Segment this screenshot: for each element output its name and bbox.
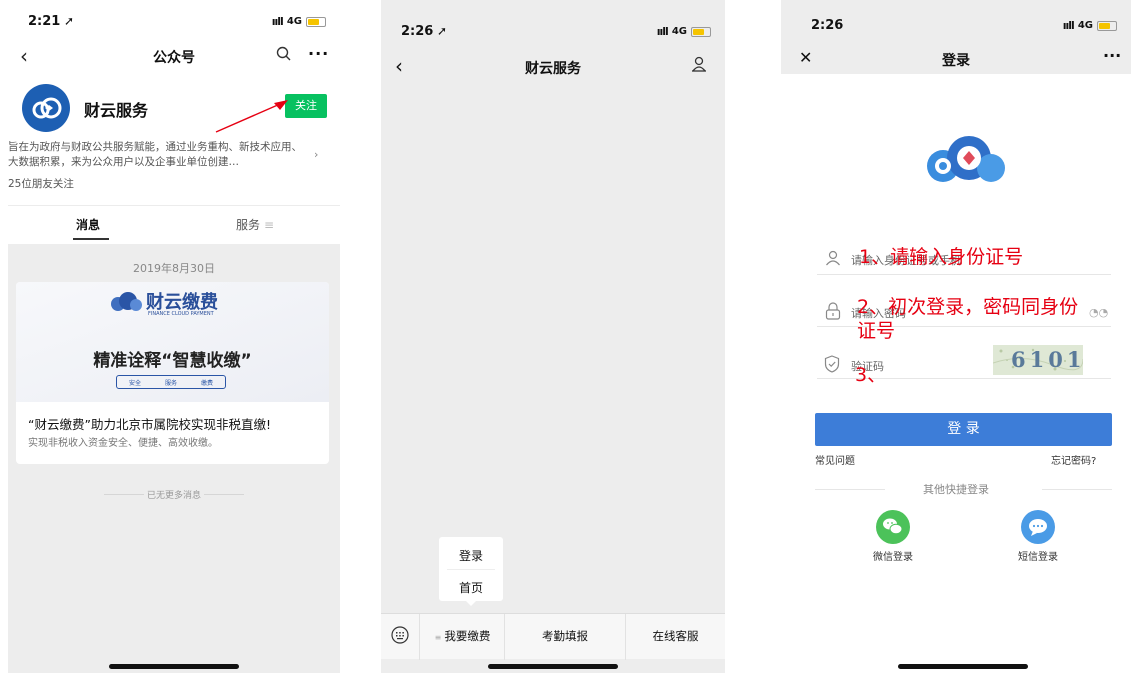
lock-icon	[825, 302, 841, 324]
battery-icon	[691, 26, 711, 37]
battery-icon	[1097, 20, 1117, 31]
sms-icon	[1021, 510, 1055, 544]
phone-service-chat: 2:26 ➚ ııll 4G ‹ 财云服务 登录 首页 ≡ 我要缴费 考勤填报 在线…	[381, 0, 725, 673]
page-title: 登录	[942, 53, 970, 69]
submenu-popup: 登录 首页	[439, 537, 503, 601]
menu-item-customer-service[interactable]: 在线客服	[626, 628, 725, 644]
menu-item-payment[interactable]: ≡ 我要缴费	[421, 628, 504, 644]
finance-cloud-logo	[111, 292, 142, 311]
account-description: 旨在为政府与财政公共服务赋能，通过业务重构、新技术应用、大数据积累，来为公众用户…	[8, 141, 302, 168]
annotation-arrow	[215, 100, 288, 133]
home-indicator[interactable]	[488, 664, 618, 669]
article-summary: 实现非税收入资金安全、便捷、高效收缴。	[28, 438, 218, 449]
phone-login: 2:26 ııll 4G ✕ 登录 ··· 请输入身份证号或手机 请输入密码 ◔◔…	[781, 0, 1131, 673]
menu-icon: ≡	[434, 633, 442, 642]
shield-check-icon	[824, 355, 840, 377]
signal-icon: ııll	[1062, 19, 1075, 32]
article-card[interactable]: 财云缴费 FINANCE CLOUD PAYMENT 精准诠释“智慧收缴” 安全…	[16, 282, 329, 464]
follow-button[interactable]: 关注	[285, 94, 327, 118]
login-button[interactable]: 登 录	[815, 413, 1112, 446]
app-logo	[927, 136, 1005, 182]
forgot-password-link[interactable]: 忘记密码?	[1051, 452, 1096, 467]
home-indicator[interactable]	[109, 664, 239, 669]
card-slogan: 精准诠释“智慧收缴”	[93, 351, 252, 371]
eye-icon[interactable]: ◔◔	[1089, 306, 1108, 319]
more-icon[interactable]: ···	[1103, 46, 1121, 65]
annotation-note-2: 2、初次登录，密码同身份	[857, 296, 1079, 318]
location-icon: ➚	[64, 14, 75, 28]
page-title: 财云服务	[525, 61, 581, 77]
more-icon[interactable]: ···	[308, 44, 329, 63]
annotation-note-1: 1、请输入身份证号	[859, 246, 1024, 268]
captcha-image[interactable]: 6101	[993, 345, 1083, 375]
account-name: 财云服务	[84, 101, 149, 120]
profile-icon[interactable]	[691, 56, 707, 76]
message-feed: 2019年8月30日 财云缴费 FINANCE CLOUD PAYMENT 精准…	[8, 244, 340, 673]
article-banner: 财云缴费 FINANCE CLOUD PAYMENT 精准诠释“智慧收缴” 安全…	[16, 282, 329, 402]
search-icon[interactable]	[276, 46, 291, 61]
tab-messages[interactable]: 消息	[76, 216, 100, 233]
user-icon	[825, 250, 841, 270]
status-bar: 2:21 ➚ ııll 4G	[8, 14, 340, 34]
home-indicator[interactable]	[898, 664, 1028, 669]
keyboard-icon[interactable]	[391, 626, 409, 648]
wechat-login-button[interactable]: 微信登录	[863, 510, 923, 563]
status-bar: 2:26 ııll 4G	[781, 18, 1131, 38]
signal-icon: ııll	[271, 15, 284, 28]
date-label: 2019年8月30日	[133, 262, 215, 275]
signal-icon: ııll	[656, 25, 669, 38]
card-brand-en: FINANCE CLOUD PAYMENT	[148, 311, 214, 317]
status-time: 2:21	[28, 14, 61, 29]
wechat-login-label: 微信登录	[873, 552, 913, 563]
annotation-note-3: 3、	[855, 364, 887, 386]
status-time: 2:26	[811, 18, 844, 33]
wechat-icon	[876, 510, 910, 544]
status-bar: 2:26 ➚ ııll 4G	[381, 24, 725, 44]
no-more-messages: 已无更多消息	[146, 491, 201, 501]
battery-icon	[306, 16, 326, 27]
location-icon: ➚	[437, 24, 448, 38]
submenu-item-home[interactable]: 首页	[439, 579, 503, 596]
followers-count: 25位朋友关注	[8, 178, 74, 190]
phone-account-profile: 2:21 ➚ ııll 4G ‹ 公众号 ··· 财云服务 关注 旨在为政府与财政…	[8, 0, 340, 673]
chevron-right-icon[interactable]: ›	[314, 148, 318, 161]
annotation-note-2b: 证号	[857, 320, 896, 342]
card-badges: 安全 服务 缴费	[116, 375, 226, 389]
tab-services[interactable]: 服务 ≡	[236, 216, 274, 233]
submenu-item-login[interactable]: 登录	[439, 547, 503, 564]
article-headline: “财云缴费”助力北京市属院校实现非税直缴!	[28, 417, 271, 432]
faq-link[interactable]: 常见问题	[815, 452, 855, 467]
sms-login-label: 短信登录	[1018, 552, 1058, 563]
menu-icon: ≡	[264, 218, 275, 232]
sms-login-button[interactable]: 短信登录	[1008, 510, 1068, 563]
service-menu-bar: ≡ 我要缴费 考勤填报 在线客服	[381, 613, 725, 660]
status-time: 2:26	[401, 24, 434, 39]
captcha-code: 6101	[1011, 347, 1083, 372]
menu-item-attendance[interactable]: 考勤填报	[505, 628, 625, 644]
account-logo	[22, 84, 70, 132]
